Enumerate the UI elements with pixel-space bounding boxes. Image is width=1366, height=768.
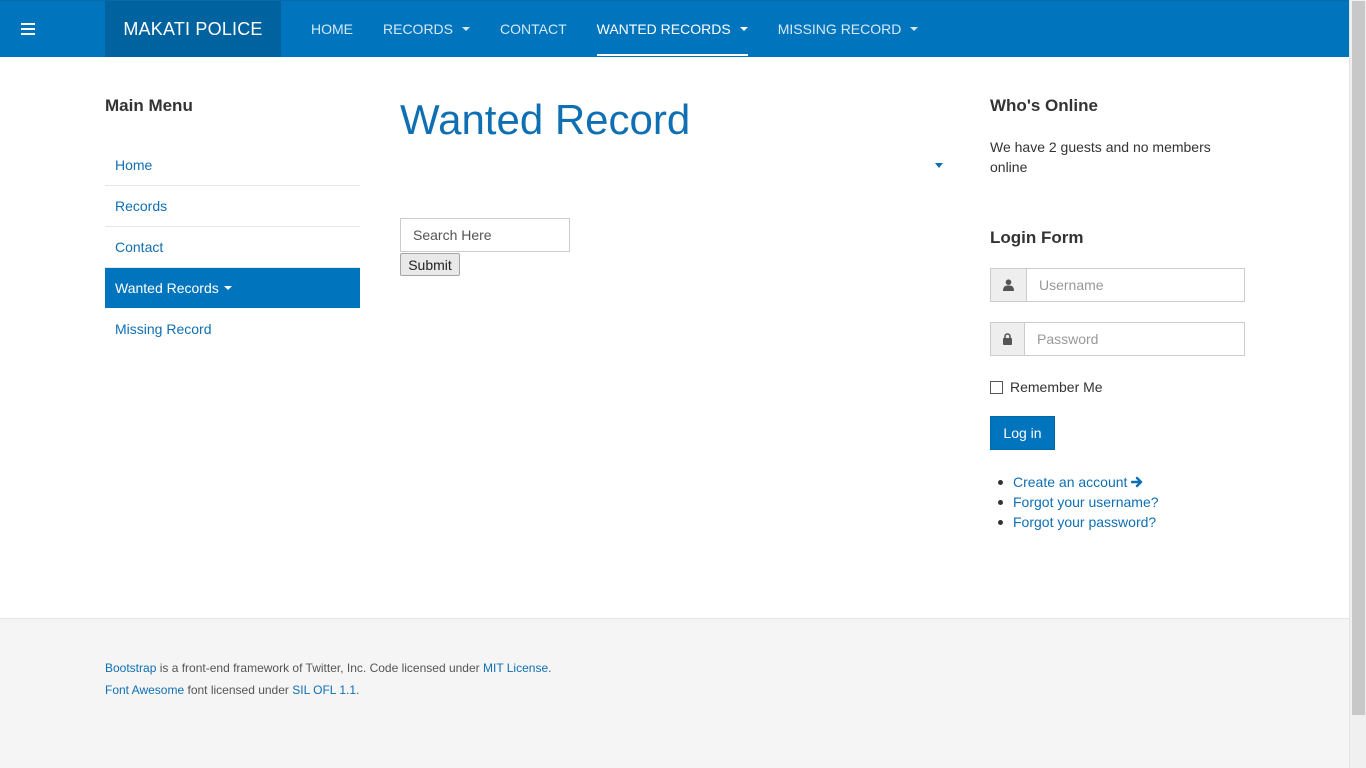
create-account-link[interactable]: Create an account <box>1013 472 1127 492</box>
page-footer: Bootstrap is a front-end framework of Tw… <box>0 618 1349 768</box>
username-field[interactable] <box>1027 269 1244 301</box>
login-form-title: Login Form <box>990 228 1084 247</box>
username-group <box>990 268 1245 302</box>
menu-item-label: Wanted Records <box>115 279 219 296</box>
footer-line-2: Font Awesome font licensed under SIL OFL… <box>105 679 551 701</box>
list-item: Forgot your password? <box>990 512 1245 532</box>
menu-item-home[interactable]: Home <box>105 145 360 186</box>
nav-item-label: RECORDS <box>383 21 454 37</box>
nav-item-label: WANTED RECORDS <box>596 21 731 37</box>
main-menu: Home Records Contact Wanted Records Miss… <box>105 145 360 349</box>
menu-item-records[interactable]: Records <box>105 186 360 227</box>
chevron-down-icon <box>910 27 919 31</box>
scrollbar-thumb[interactable] <box>1352 1 1365 715</box>
nav-item-label: CONTACT <box>500 21 567 37</box>
footer-static-text: font licensed under <box>184 683 293 697</box>
nav-item-missing-record[interactable]: MISSING RECORD <box>763 1 934 57</box>
submit-button[interactable]: Submit <box>400 253 460 276</box>
lock-icon <box>991 323 1025 355</box>
search-input[interactable] <box>400 218 570 252</box>
nav-item-label: HOME <box>311 21 353 37</box>
user-icon <box>991 269 1027 301</box>
login-links: Create an account Forgot your username? … <box>990 472 1245 532</box>
chevron-down-icon <box>223 285 232 290</box>
main-menu-title: Main Menu <box>105 96 193 115</box>
nav-item-home[interactable]: HOME <box>296 1 368 57</box>
list-item: Forgot your username? <box>990 492 1245 512</box>
mit-license-link[interactable]: MIT License <box>483 661 548 675</box>
menu-item-label: Home <box>115 157 153 173</box>
footer-static-text: . <box>548 661 552 675</box>
forgot-username-link[interactable]: Forgot your username? <box>1013 492 1159 512</box>
nav-item-wanted-records[interactable]: WANTED RECORDS <box>582 1 763 57</box>
left-sidebar: Main Menu Home Records Contact Wanted Re… <box>105 96 360 349</box>
nav-item-contact[interactable]: CONTACT <box>485 1 582 57</box>
forgot-password-link[interactable]: Forgot your password? <box>1013 512 1156 532</box>
dropdown-toggle-icon[interactable] <box>935 163 943 168</box>
nav-item-label: MISSING RECORD <box>777 21 902 37</box>
vertical-scrollbar[interactable] <box>1349 0 1366 768</box>
right-sidebar: Who's Online We have 2 guests and no mem… <box>990 96 1245 532</box>
top-navbar: MAKATI POLICE HOME RECORDS CONTACT WANTE… <box>0 0 1349 57</box>
remember-me-label: Remember Me <box>1010 379 1103 395</box>
login-button[interactable]: Log in <box>990 416 1055 450</box>
main-nav: HOME RECORDS CONTACT WANTED RECORDS MISS… <box>296 1 933 57</box>
menu-item-label: Missing Record <box>115 320 212 337</box>
hamburger-menu-icon[interactable] <box>0 1 56 57</box>
remember-me-checkbox[interactable] <box>990 380 1003 394</box>
menu-item-wanted-records[interactable]: Wanted Records <box>105 268 360 308</box>
arrow-right-icon <box>1131 476 1143 488</box>
bullet <box>998 499 1003 505</box>
bullet <box>998 479 1003 485</box>
password-field[interactable] <box>1025 323 1244 355</box>
password-group <box>990 322 1245 356</box>
bootstrap-link[interactable]: Bootstrap <box>105 661 156 675</box>
chevron-down-icon <box>462 27 471 31</box>
menu-item-label: Contact <box>115 239 164 255</box>
whos-online-title: Who's Online <box>990 96 1098 115</box>
nav-item-records[interactable]: RECORDS <box>368 1 485 57</box>
menu-item-missing-record[interactable]: Missing Record <box>105 308 360 349</box>
chevron-down-icon <box>739 27 748 31</box>
page-title: Wanted Record <box>400 96 691 143</box>
main-content: Wanted Record Submit <box>400 96 950 276</box>
footer-static-text: . <box>356 683 360 697</box>
online-status-text: We have 2 guests and no members online <box>990 139 1211 175</box>
list-item: Create an account <box>990 472 1245 492</box>
footer-line-1: Bootstrap is a front-end framework of Tw… <box>105 657 551 679</box>
site-brand[interactable]: MAKATI POLICE <box>105 1 281 57</box>
menu-item-contact[interactable]: Contact <box>105 227 360 268</box>
font-awesome-link[interactable]: Font Awesome <box>105 683 184 697</box>
sil-ofl-link[interactable]: SIL OFL 1.1 <box>292 683 356 697</box>
footer-static-text: is a front-end framework of Twitter, Inc… <box>156 661 483 675</box>
remember-me-row: Remember Me <box>990 379 1245 395</box>
menu-item-label: Records <box>115 198 168 214</box>
bullet <box>998 519 1003 525</box>
footer-text: Bootstrap is a front-end framework of Tw… <box>105 657 551 701</box>
